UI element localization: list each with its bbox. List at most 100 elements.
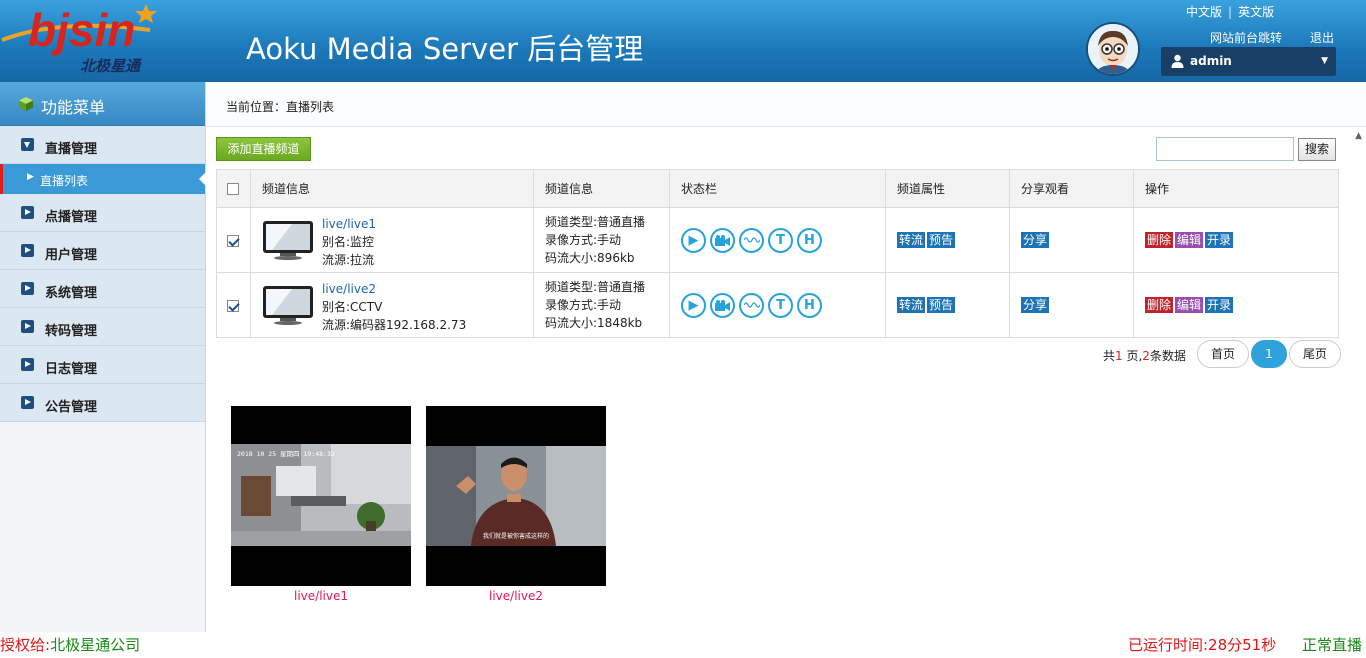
channel-alias: 别名:监控 (322, 235, 375, 249)
video-thumbnail-live1[interactable]: 2018 10 25 星期四 19:48:32 (231, 406, 411, 586)
last-page-button[interactable]: 尾页 (1289, 340, 1341, 368)
thumbnail-label[interactable]: live/live1 (231, 589, 411, 603)
sidebar-item-label: 转码管理 (45, 324, 98, 339)
delete-button[interactable]: 删除 (1145, 297, 1174, 313)
app-title: Aoku Media Server 后台管理 (246, 32, 644, 66)
preview-button[interactable]: 预告 (927, 232, 956, 248)
avatar[interactable] (1086, 22, 1140, 76)
channel-source: 流源:拉流 (322, 253, 375, 267)
channel-name-link[interactable]: live/live1 (322, 215, 376, 233)
user-name: admin (1190, 54, 1232, 68)
preview-button[interactable]: 预告 (927, 297, 956, 313)
edit-button[interactable]: 编辑 (1175, 232, 1204, 248)
channel-alias: 别名:CCTV (322, 300, 383, 314)
breadcrumb: 当前位置：直播列表 (206, 82, 1366, 127)
expand-icon (21, 396, 34, 409)
scroll-up-arrow-icon[interactable]: ▲ (1355, 131, 1362, 141)
channel-source: 流源:编码器192.168.2.73 (322, 318, 467, 332)
expand-icon (21, 282, 34, 295)
front-site-link[interactable]: 网站前台跳转 (1210, 29, 1282, 46)
sidebar-item-notice-management[interactable]: 公告管理 (0, 384, 205, 422)
expand-icon (21, 244, 34, 257)
camera-icon[interactable] (710, 227, 735, 253)
cube-icon (19, 97, 33, 111)
transfer-stream-button[interactable]: 转流 (897, 232, 926, 248)
arrow-right-icon: ▶ (27, 172, 34, 182)
h-icon[interactable]: H (797, 292, 822, 318)
select-all-cell (216, 169, 251, 208)
bitrate: 码流大小:896kb (545, 251, 635, 265)
sidebar: 功能菜单 直播管理 ▶ 直播列表 点播管理 用户管理 系统管理 转码管理 日志管… (0, 82, 206, 632)
first-page-button[interactable]: 首页 (1197, 340, 1249, 368)
brand-sub: 北极星通 (80, 58, 143, 75)
language-switch: 中文版 | 英文版 (1186, 3, 1274, 20)
table-header-row: 频道信息 频道信息 状态栏 频道属性 分享观看 操作 (216, 169, 1339, 208)
expand-icon (21, 320, 34, 333)
edit-button[interactable]: 编辑 (1175, 297, 1204, 313)
channel-cell: live/live1 别名:监控 流源:拉流 (250, 207, 534, 273)
thumbnail-label[interactable]: live/live2 (426, 589, 606, 603)
share-cell: 分享 (1009, 272, 1134, 338)
camera-icon[interactable] (710, 292, 735, 318)
wave-icon[interactable] (739, 292, 764, 318)
tv-icon (263, 286, 313, 325)
select-all-checkbox[interactable] (227, 183, 239, 195)
wave-icon[interactable] (739, 227, 764, 253)
h-icon[interactable]: H (797, 227, 822, 253)
channel-name-link[interactable]: live/live2 (322, 280, 466, 298)
table-row: live/live1 别名:监控 流源:拉流 频道类型:普通直播 录像方式:手动… (216, 207, 1339, 273)
sidebar-item-live-list[interactable]: ▶ 直播列表 (0, 164, 206, 194)
transfer-stream-button[interactable]: 转流 (897, 297, 926, 313)
attr-cell: 转流 预告 (885, 272, 1010, 338)
surveillance-frame: 2018 10 25 星期四 19:48:32 (231, 406, 411, 586)
row-checkbox[interactable] (227, 234, 239, 247)
license-info: 授权给:北极星通公司 (0, 636, 141, 654)
sidebar-item-label: 直播管理 (45, 142, 98, 157)
add-channel-button[interactable]: 添加直播频道 (216, 137, 311, 161)
row-select-cell (216, 272, 251, 338)
sidebar-item-vod-management[interactable]: 点播管理 (0, 194, 205, 232)
t-icon[interactable]: T (768, 227, 793, 253)
sidebar-item-label: 用户管理 (45, 248, 98, 263)
sidebar-item-transcode-management[interactable]: 转码管理 (0, 308, 205, 346)
play-icon[interactable]: ▶ (681, 292, 706, 318)
play-icon[interactable]: ▶ (681, 227, 706, 253)
sidebar-item-user-management[interactable]: 用户管理 (0, 232, 205, 270)
sidebar-item-live-management[interactable]: 直播管理 (0, 126, 205, 164)
page-1-button[interactable]: 1 (1251, 340, 1287, 368)
row-checkbox[interactable] (227, 299, 239, 312)
start-record-button[interactable]: 开录 (1205, 232, 1234, 248)
user-dropdown[interactable]: admin ▼ (1161, 47, 1336, 76)
sidebar-item-system-management[interactable]: 系统管理 (0, 270, 205, 308)
avatar-icon (1088, 24, 1138, 74)
share-button[interactable]: 分享 (1021, 297, 1050, 313)
status-cell: ▶ T H (669, 272, 886, 338)
search-button[interactable]: 搜索 (1298, 138, 1336, 161)
t-icon[interactable]: T (768, 292, 793, 318)
attr-cell: 转流 预告 (885, 207, 1010, 273)
delete-button[interactable]: 删除 (1145, 232, 1174, 248)
subtitle-text: 我们就是被你害成这样的 (483, 532, 549, 540)
sidebar-item-label: 公告管理 (45, 400, 98, 415)
video-thumbnail-live2[interactable]: 我们就是被你害成这样的 (426, 406, 606, 586)
live-status: 正常直播 (1302, 636, 1363, 654)
runtime-info: 已运行时间:28分51秒 (1128, 636, 1277, 654)
lang-en-link[interactable]: 英文版 (1238, 5, 1274, 19)
channel-table: 频道信息 频道信息 状态栏 频道属性 分享观看 操作 live/live1 别名… (216, 169, 1339, 338)
start-record-button[interactable]: 开录 (1205, 297, 1234, 313)
column-header: 频道信息 (533, 169, 670, 208)
expand-icon (21, 206, 34, 219)
broadcast-frame: 我们就是被你害成这样的 (426, 406, 606, 586)
channel-info-cell: 频道类型:普通直播 录像方式:手动 码流大小:896kb (533, 207, 670, 273)
logout-link[interactable]: 退出 (1310, 29, 1334, 46)
sidebar-item-log-management[interactable]: 日志管理 (0, 346, 205, 384)
sidebar-item-label: 直播列表 (40, 174, 89, 188)
lang-cn-link[interactable]: 中文版 (1186, 5, 1222, 19)
share-button[interactable]: 分享 (1021, 232, 1050, 248)
operation-cell: 删除 编辑 开录 (1133, 207, 1339, 273)
search-input[interactable] (1156, 137, 1294, 161)
operation-cell: 删除 编辑 开录 (1133, 272, 1339, 338)
bjsin-logo: bjsin 北极星通 (1, 4, 157, 75)
main-content: 添加直播频道 搜索 频道信息 频道信息 状态栏 频道属性 分享观看 操作 liv… (206, 127, 1352, 632)
sidebar-item-label: 日志管理 (45, 362, 98, 377)
